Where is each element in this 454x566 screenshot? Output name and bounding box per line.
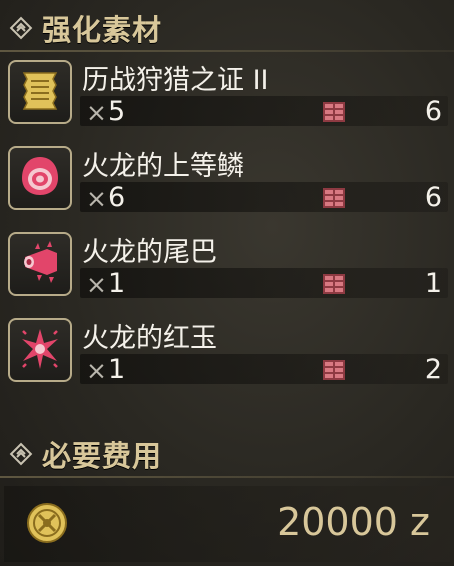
material-name: 历战狩猎之证 II: [82, 65, 269, 96]
material-name: 火龙的尾巴: [82, 237, 217, 268]
quantity-bar: [80, 268, 448, 298]
quantity-prefix: ×: [86, 98, 107, 127]
material-icon-box: [8, 232, 72, 296]
scale-target-icon: [17, 153, 63, 203]
quantity-prefix: ×: [86, 270, 107, 299]
materials-section-header: 强化素材: [0, 4, 454, 52]
cost-title: 必要费用: [42, 439, 163, 473]
quantity-bar: [80, 96, 448, 126]
diamond-badge-icon: [8, 441, 34, 467]
quantity-prefix: ×: [86, 184, 107, 213]
quantity-bar: [80, 182, 448, 212]
material-name: 火龙的红玉: [82, 323, 217, 354]
diamond-badge-icon: [8, 15, 34, 41]
required-quantity: 1: [108, 354, 126, 385]
material-row[interactable]: 历战狩猎之证 II × 5 6: [4, 52, 450, 134]
cost-unit: z: [410, 500, 430, 544]
quantity-prefix: ×: [86, 356, 107, 385]
material-row[interactable]: 火龙的尾巴 × 1 1: [4, 224, 450, 306]
tail-icon: [17, 239, 63, 289]
coin-icon: [26, 502, 68, 544]
material-row[interactable]: 火龙的红玉 × 1 2: [4, 310, 450, 392]
divider: [0, 476, 454, 478]
item-box-icon: [322, 187, 346, 209]
cost-amount: 20000 z: [277, 500, 430, 544]
owned-quantity: 6: [424, 182, 442, 213]
owned-quantity: 6: [424, 96, 442, 127]
gem-star-icon: [17, 325, 63, 375]
scroll-icon: [17, 67, 63, 117]
owned-quantity: 2: [424, 354, 442, 385]
quantity-bar: [80, 354, 448, 384]
required-quantity: 1: [108, 268, 126, 299]
item-box-icon: [322, 359, 346, 381]
cost-section-header: 必要费用: [0, 430, 454, 478]
material-row[interactable]: 火龙的上等鳞 × 6 6: [4, 138, 450, 220]
material-icon-box: [8, 318, 72, 382]
owned-quantity: 1: [424, 268, 442, 299]
required-quantity: 6: [108, 182, 126, 213]
material-name: 火龙的上等鳞: [82, 151, 244, 182]
cost-number: 20000: [277, 500, 398, 544]
material-icon-box: [8, 146, 72, 210]
required-quantity: 5: [108, 96, 126, 127]
material-icon-box: [8, 60, 72, 124]
cost-panel: 20000 z: [4, 486, 450, 562]
materials-title: 强化素材: [42, 13, 163, 47]
item-box-icon: [322, 273, 346, 295]
item-box-icon: [322, 101, 346, 123]
